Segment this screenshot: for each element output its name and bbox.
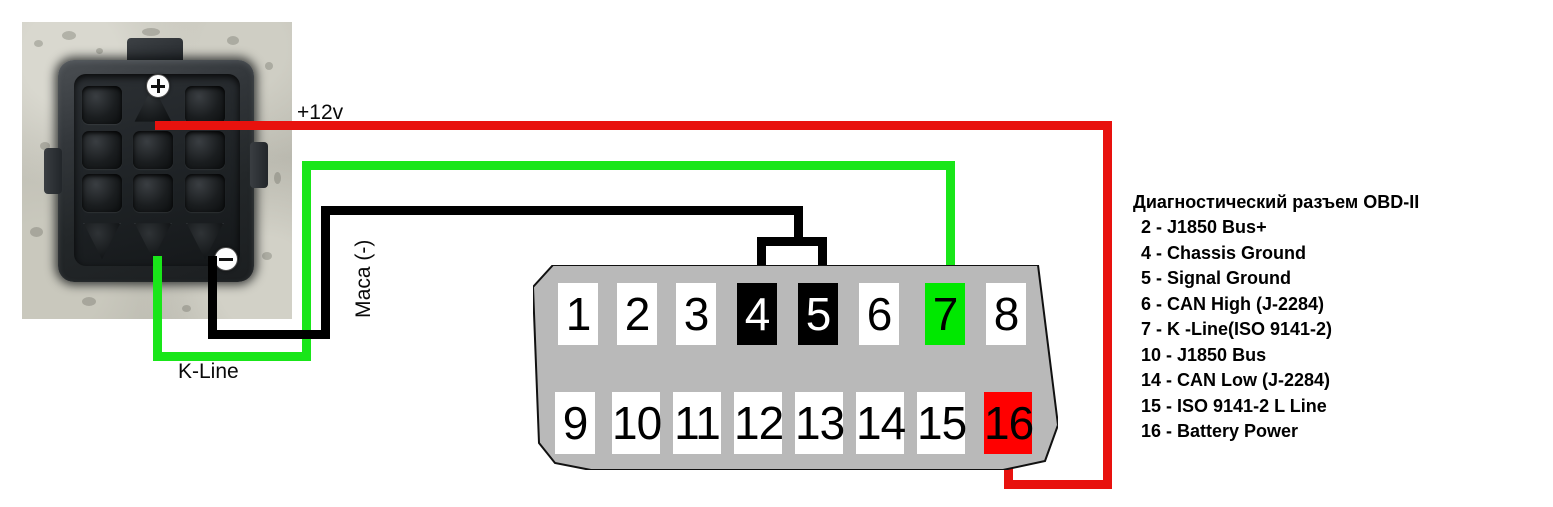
obd-pin-10[interactable]: 10 <box>612 392 662 454</box>
pin-cavity-r1c3 <box>185 86 225 124</box>
legend-item-pin14: 14 - CAN Low (J-2284) <box>1141 370 1331 390</box>
ground-wire-vertical-drop <box>794 206 803 241</box>
legend-title: Диагностический разъем OBD-II <box>1133 192 1420 212</box>
ground-wire-vertical-mid <box>321 206 330 339</box>
plus-sign-icon <box>146 74 170 98</box>
pin-cavity-r1c1 <box>82 86 122 124</box>
legend-item-pin15: 15 - ISO 9141-2 L Line <box>1141 395 1327 416</box>
power-wire-vertical-right <box>1103 121 1112 489</box>
obd-pin-5[interactable]: 5 <box>798 283 838 345</box>
obd-pin-15[interactable]: 15 <box>917 392 967 454</box>
connector-ear-right <box>250 142 268 188</box>
ground-wire-horizontal-bottom <box>208 330 330 339</box>
kline-wire-horizontal-top <box>302 161 955 170</box>
pin-cavity-r2c1 <box>82 131 122 169</box>
obd-pin-12[interactable]: 12 <box>734 392 784 454</box>
legend-item-pin7: 7 - K -Line(ISO 9141-2) <box>1141 319 1333 339</box>
obd-pin-16[interactable]: 16 <box>984 392 1034 454</box>
ground-wire-vertical-left <box>208 256 217 339</box>
obd-pin-6[interactable]: 6 <box>859 283 899 345</box>
pin-cavity-r2c2 <box>133 131 173 169</box>
pin-cavity-r3c2 <box>133 174 173 212</box>
legend-item-pin4: 4 - Chassis Ground <box>1141 242 1307 263</box>
obd2-pinout-legend: Диагностический разъем OBD-II 2 - J1850 … <box>1133 189 1533 445</box>
connector-ear-left <box>44 148 62 194</box>
obd-pin-2[interactable]: 2 <box>617 283 657 345</box>
obd-pin-4[interactable]: 4 <box>737 283 777 345</box>
obd-pin-1[interactable]: 1 <box>558 283 598 345</box>
obd-pin-3[interactable]: 3 <box>676 283 716 345</box>
kline-wire-label: K-Line <box>178 360 239 383</box>
legend-item-pin5: 5 - Signal Ground <box>1141 268 1292 288</box>
pin-cavity-r3c3 <box>185 174 225 212</box>
obd-pin-7[interactable]: 7 <box>925 283 965 345</box>
legend-item-pin6: 6 - CAN High (J-2284) <box>1141 293 1325 314</box>
kline-wire-vertical-left <box>153 256 162 361</box>
legend-item-pin10: 10 - J1850 Bus <box>1141 344 1267 365</box>
power-wire-label: +12v <box>297 101 344 124</box>
ground-wire-horizontal-top <box>321 206 803 215</box>
obd-pin-11[interactable]: 11 <box>673 392 721 454</box>
ground-wire-fork-bar <box>757 237 827 246</box>
obd-pin-14[interactable]: 14 <box>856 392 906 454</box>
minus-sign-icon <box>214 247 238 271</box>
ground-wire-label: Маса (-) <box>352 239 375 318</box>
legend-item-pin16: 16 - Battery Power <box>1141 421 1299 441</box>
obd-pin-9[interactable]: 9 <box>555 392 595 454</box>
pin-cavity-r3c1 <box>82 174 122 212</box>
power-wire-horizontal-bottom <box>1004 480 1112 489</box>
obd-pin-8[interactable]: 8 <box>986 283 1026 345</box>
pin-cavity-r2c3 <box>185 131 225 169</box>
legend-item-pin2: 2 - J1850 Bus+ <box>1141 217 1267 237</box>
obd-pin-13[interactable]: 13 <box>795 392 845 454</box>
diagram-canvas: +12v Маса (-) K-Line 1 2 3 4 5 6 7 8 9 1… <box>0 0 1553 507</box>
